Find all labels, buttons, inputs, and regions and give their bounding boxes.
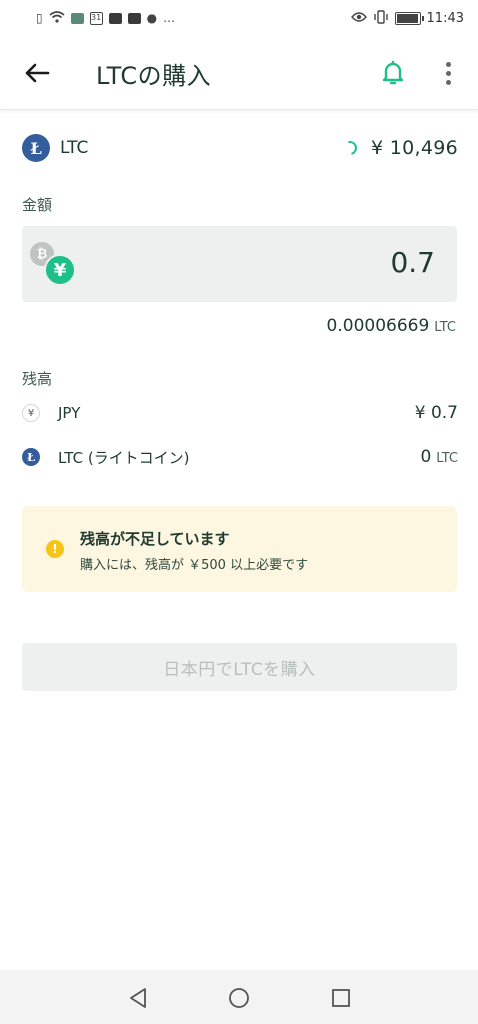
litecoin-icon: Ł: [22, 448, 40, 466]
sim-alert-icon: ▯: [36, 11, 43, 25]
eye-icon: [350, 11, 367, 25]
app-icon: [70, 12, 84, 24]
nav-home-button[interactable]: [227, 986, 251, 1010]
balance-label: 残高: [22, 370, 53, 388]
vibrate-icon: [373, 10, 389, 26]
coin-symbol: LTC: [60, 138, 89, 158]
warning-icon: !: [46, 540, 64, 558]
status-system: 11:43: [350, 10, 464, 26]
more-dots-icon: …: [163, 11, 176, 25]
status-bar: ▯ 31 ● … 11:43: [0, 0, 478, 36]
bell-icon: [382, 60, 404, 85]
system-nav-bar: [0, 970, 478, 1024]
youtube-icon: [108, 12, 122, 24]
balance-row-jpy: ¥ JPY ¥ 0.7: [22, 400, 458, 426]
battery-level: [396, 13, 419, 23]
notification-button[interactable]: [378, 58, 408, 88]
more-dot: [445, 61, 451, 67]
calendar-icon: 31: [89, 11, 103, 25]
more-dot: [445, 70, 451, 76]
alert-title: 残高が不足しています: [80, 530, 230, 548]
litecoin-icon: Ł: [22, 134, 50, 162]
converted-amount: 0.00006669 LTC: [327, 316, 456, 336]
square-recents-icon: [332, 989, 350, 1007]
more-options-button[interactable]: [436, 58, 460, 88]
amount-value: 0.7: [390, 246, 435, 279]
wifi-icon: [49, 11, 65, 25]
converted-value: 0.00006669: [326, 316, 430, 336]
more-dot: [445, 79, 451, 85]
balance-amount: 0: [420, 447, 432, 467]
status-notifications: ▯ 31 ● …: [36, 11, 175, 25]
page-title: LTCの購入: [96, 62, 212, 90]
chat-icon: ●: [146, 11, 158, 25]
nav-recents-button[interactable]: [329, 986, 353, 1010]
back-arrow-icon: [25, 63, 50, 83]
balance-value: 0 LTC: [420, 447, 458, 467]
battery-icon: [394, 11, 424, 25]
circle-home-icon: [229, 988, 249, 1008]
alert-message: 購入には、残高が ￥500 以上必要です: [80, 558, 309, 573]
status-time: 11:43: [426, 10, 464, 26]
balance-amount: ¥ 0.7: [414, 403, 458, 423]
amount-label: 金額: [22, 196, 53, 214]
app-bar: LTCの購入: [0, 36, 478, 110]
yen-icon: ¥: [44, 254, 76, 286]
nav-back-button[interactable]: [126, 986, 150, 1010]
price-display: ¥ 10,496: [340, 137, 458, 159]
balance-unit: LTC: [436, 451, 458, 466]
loading-spinner-icon: [340, 138, 360, 158]
balance-name: LTC (ライトコイン): [58, 448, 190, 467]
yen-icon: ¥: [22, 404, 40, 422]
back-button[interactable]: [22, 58, 52, 88]
insufficient-balance-alert: ! 残高が不足しています 購入には、残高が ￥500 以上必要です: [22, 506, 457, 592]
coin-header: Ł LTC ¥ 10,496: [22, 132, 458, 164]
balance-name: JPY: [58, 404, 81, 422]
converted-unit: LTC: [434, 320, 456, 335]
balance-value: ¥ 0.7: [415, 403, 458, 423]
coin-price: ¥ 10,496: [370, 137, 458, 159]
amount-input[interactable]: ₿ ¥ 0.7: [22, 226, 457, 302]
youtube-icon: [127, 12, 141, 24]
triangle-back-icon: [130, 988, 146, 1008]
buy-button[interactable]: 日本円でLTCを購入: [22, 643, 457, 691]
balance-row-ltc: Ł LTC (ライトコイン) 0 LTC: [22, 444, 458, 470]
